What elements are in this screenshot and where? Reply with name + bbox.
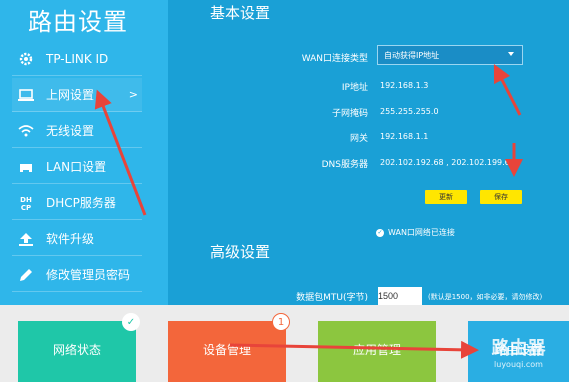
tile-device-management[interactable]: 设备管理 1 — [168, 313, 290, 382]
sidebar-item-label: DHCP服务器 — [46, 196, 116, 210]
sidebar-item-tplink-id[interactable]: TP-LINK ID — [12, 42, 142, 76]
wan-status: ✓ WAN口网络已连接 — [376, 227, 455, 238]
dns-label: DNS服务器 — [321, 160, 368, 170]
sidebar-item-wireless[interactable]: 无线设置 — [12, 114, 142, 148]
watermark-logo: 路由器 luyouqi.com — [468, 320, 569, 382]
tile-app-management[interactable]: 应用管理 — [318, 321, 436, 382]
tile-network-status[interactable]: 网络状态 ✓ — [18, 313, 140, 382]
mtu-hint: (默认是1500，如非必要，请勿修改) — [428, 293, 543, 301]
sidebar-item-label: 无线设置 — [46, 124, 95, 138]
notification-badge: 1 — [272, 313, 290, 331]
dhcp-icon: DH CP — [16, 193, 36, 213]
mask-value: 255.255.255.0 — [380, 107, 439, 116]
sidebar-item-password[interactable]: 修改管理员密码 — [12, 258, 142, 292]
sidebar-item-label: TP-LINK ID — [46, 51, 109, 66]
watermark-title: 路由器 — [491, 337, 546, 359]
sidebar-item-label: 修改管理员密码 — [46, 268, 131, 282]
advanced-settings-title: 高级设置 — [210, 243, 271, 261]
update-button[interactable]: 更新 — [425, 190, 467, 204]
sidebar-item-lan[interactable]: LAN口设置 — [12, 150, 142, 184]
tile-label: 设备管理 — [202, 343, 251, 357]
tile-label: 网络状态 — [52, 343, 101, 357]
sidebar-item-upgrade[interactable]: 软件升级 — [12, 222, 142, 256]
sidebar-item-dhcp[interactable]: DH CP DHCP服务器 — [12, 186, 142, 220]
upgrade-icon — [16, 229, 36, 249]
wan-type-label: WAN口连接类型 — [301, 54, 368, 64]
gateway-value: 192.168.1.1 — [380, 132, 429, 141]
sidebar-item-internet[interactable]: 上网设置 > — [12, 78, 142, 112]
mask-label: 子网掩码 — [331, 109, 368, 119]
wan-type-select[interactable]: 自动获得IP地址 — [377, 45, 523, 65]
monitor-icon — [16, 85, 36, 105]
tile-label: 应用管理 — [352, 343, 401, 357]
gateway-label: 网关 — [349, 134, 368, 144]
dns-value: 202.102.192.68 , 202.102.199.68 — [380, 158, 515, 167]
svg-text:CP: CP — [21, 204, 31, 211]
svg-text:DH: DH — [20, 196, 32, 204]
wan-status-text: WAN口网络已连接 — [388, 228, 455, 237]
watermark-url: luyouqi.com — [494, 359, 543, 369]
gear-icon — [16, 49, 36, 69]
check-icon: ✓ — [376, 228, 384, 237]
chevron-down-icon — [508, 52, 514, 56]
sidebar-title: 路由设置 — [28, 8, 128, 36]
ip-label: IP地址 — [341, 83, 368, 93]
mtu-label: 数据包MTU(字节) — [296, 293, 368, 303]
sidebar: 路由设置 TP-LINK ID 上网设置 > 无线设置 LAN口设置 DH CP … — [0, 0, 168, 305]
wifi-icon — [16, 121, 36, 141]
save-button[interactable]: 保存 — [480, 190, 522, 204]
check-icon: ✓ — [122, 313, 140, 331]
sidebar-item-label: 软件升级 — [46, 232, 95, 246]
ip-value: 192.168.1.3 — [380, 81, 429, 90]
sidebar-item-label: 上网设置 — [46, 88, 95, 102]
mtu-input[interactable] — [378, 287, 422, 305]
sidebar-item-label: LAN口设置 — [46, 160, 107, 174]
basic-settings-title: 基本设置 — [210, 4, 271, 22]
chevron-right-icon: > — [128, 88, 138, 101]
wan-type-value: 自动获得IP地址 — [384, 50, 440, 60]
lan-icon — [16, 157, 36, 177]
pencil-icon — [16, 265, 36, 285]
